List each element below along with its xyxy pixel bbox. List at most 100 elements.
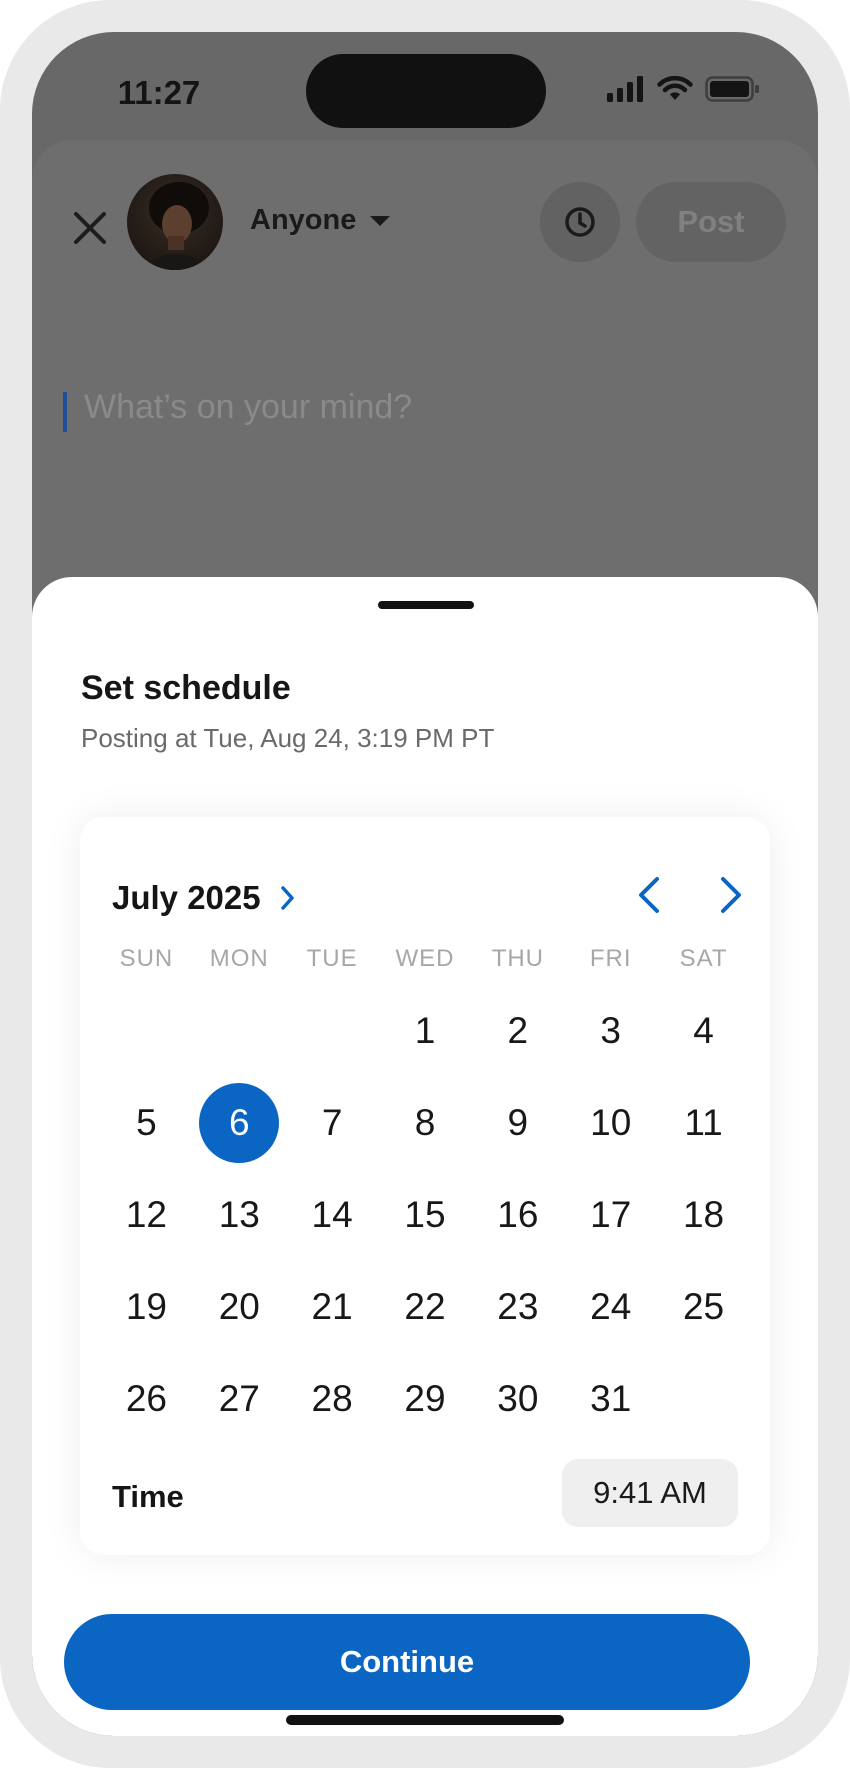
close-button[interactable] bbox=[62, 200, 118, 256]
calendar-day[interactable]: 27 bbox=[193, 1353, 286, 1445]
calendar-day-number: 24 bbox=[590, 1286, 632, 1327]
calendar-day-number: 31 bbox=[590, 1378, 632, 1419]
dynamic-island bbox=[306, 54, 546, 128]
device-frame: 11:27 Anyone Post What’s on your mind? S… bbox=[0, 0, 850, 1768]
weekday-label: SUN bbox=[119, 945, 174, 972]
calendar-day[interactable]: 11 bbox=[657, 1077, 750, 1169]
calendar-day[interactable]: 12 bbox=[100, 1169, 193, 1261]
calendar-empty-cell bbox=[286, 985, 379, 1077]
cellular-signal-icon bbox=[607, 76, 643, 107]
month-label: July 2025 bbox=[112, 879, 261, 916]
calendar-day[interactable]: 23 bbox=[471, 1261, 564, 1353]
calendar-day-number bbox=[106, 991, 186, 1071]
calendar-day[interactable]: 6 bbox=[193, 1077, 286, 1169]
calendar-day-number: 5 bbox=[136, 1102, 157, 1143]
calendar-day[interactable]: 30 bbox=[471, 1353, 564, 1445]
calendar-day[interactable]: 15 bbox=[379, 1169, 472, 1261]
calendar-day-number: 27 bbox=[218, 1378, 260, 1419]
calendar-day-number: 21 bbox=[311, 1286, 353, 1327]
calendar-day[interactable]: 5 bbox=[100, 1077, 193, 1169]
weekday-label: WED bbox=[395, 945, 455, 972]
calendar-day[interactable]: 26 bbox=[100, 1353, 193, 1445]
calendar-day-number: 7 bbox=[321, 1102, 343, 1143]
wifi-icon bbox=[657, 75, 693, 107]
calendar-day[interactable]: 19 bbox=[100, 1261, 193, 1353]
calendar-day[interactable]: 1 bbox=[379, 985, 472, 1077]
calendar-day-number: 17 bbox=[590, 1194, 632, 1235]
weekday-label: TUE bbox=[306, 945, 358, 972]
calendar-day-number: 25 bbox=[682, 1286, 725, 1327]
calendar-day[interactable]: 24 bbox=[564, 1261, 657, 1353]
calendar-day[interactable]: 21 bbox=[286, 1261, 379, 1353]
chevron-right-icon bbox=[721, 877, 741, 913]
schedule-sheet: Set schedule Posting at Tue, Aug 24, 3:1… bbox=[32, 577, 818, 1736]
continue-button[interactable]: Continue bbox=[64, 1614, 750, 1710]
calendar-day-number: 23 bbox=[497, 1286, 539, 1327]
screen: 11:27 Anyone Post What’s on your mind? S… bbox=[32, 32, 818, 1736]
calendar-day[interactable]: 13 bbox=[193, 1169, 286, 1261]
weekday-label: SAT bbox=[679, 945, 728, 972]
avatar[interactable] bbox=[127, 174, 223, 270]
calendar-day[interactable]: 29 bbox=[379, 1353, 472, 1445]
calendar-day[interactable]: 22 bbox=[379, 1261, 472, 1353]
calendar-day-number: 16 bbox=[497, 1194, 539, 1235]
month-selector[interactable]: July 2025 bbox=[112, 879, 297, 917]
chevron-right-icon bbox=[280, 886, 294, 910]
calendar-day[interactable]: 17 bbox=[564, 1169, 657, 1261]
calendar-day-number: 12 bbox=[125, 1194, 167, 1235]
calendar-day[interactable]: 20 bbox=[193, 1261, 286, 1353]
schedule-subtitle: Posting at Tue, Aug 24, 3:19 PM PT bbox=[81, 723, 495, 753]
calendar-day[interactable]: 18 bbox=[657, 1169, 750, 1261]
time-picker[interactable]: 9:41 AM bbox=[562, 1459, 738, 1527]
status-icons bbox=[607, 75, 767, 110]
calendar-day-number: 14 bbox=[311, 1194, 353, 1235]
calendar-day-number: 4 bbox=[693, 1010, 714, 1051]
calendar-day-number: 20 bbox=[218, 1286, 260, 1327]
calendar-day[interactable]: 16 bbox=[471, 1169, 564, 1261]
calendar-day[interactable]: 4 bbox=[657, 985, 750, 1077]
caret-down-icon bbox=[370, 215, 391, 226]
calendar-day-number: 8 bbox=[414, 1102, 436, 1143]
calendar-day-number: 3 bbox=[600, 1010, 621, 1051]
weekday-header: SUN MON TUE WED THU FRI SAT bbox=[100, 945, 750, 973]
schedule-button[interactable] bbox=[540, 182, 620, 262]
calendar-day-number: 10 bbox=[590, 1102, 632, 1143]
calendar-day-number bbox=[199, 991, 279, 1071]
close-icon bbox=[74, 212, 106, 244]
calendar-day-number: 30 bbox=[497, 1378, 539, 1419]
weekday-label: MON bbox=[209, 945, 269, 972]
calendar-day[interactable]: 25 bbox=[657, 1261, 750, 1353]
calendar-day[interactable]: 8 bbox=[379, 1077, 472, 1169]
clock-icon bbox=[565, 207, 595, 237]
time-label: Time bbox=[112, 1479, 184, 1514]
audience-selector[interactable]: Anyone bbox=[250, 204, 391, 237]
calendar-day-number bbox=[664, 1359, 744, 1439]
calendar-empty-cell bbox=[193, 985, 286, 1077]
calendar-day[interactable]: 2 bbox=[471, 985, 564, 1077]
prev-month-button[interactable] bbox=[630, 873, 670, 917]
status-time: 11:27 bbox=[117, 74, 201, 111]
post-button[interactable]: Post bbox=[636, 182, 786, 262]
calendar-day-number: 13 bbox=[218, 1194, 260, 1235]
weekday-label: THU bbox=[491, 945, 545, 972]
calendar-card: July 2025 SUN MON TUE WED THU FRI SAT 1 bbox=[80, 817, 770, 1555]
post-text-input[interactable]: What’s on your mind? bbox=[84, 388, 412, 427]
calendar-grid: 1 2 3 4 5 6 7 8 9 10 11 12 13 14 15 16 17 18 19 20 21 22 23 24 2… bbox=[100, 985, 750, 1445]
audience-label: Anyone bbox=[250, 204, 357, 236]
calendar-day-number: 11 bbox=[684, 1102, 723, 1143]
calendar-day[interactable]: 28 bbox=[286, 1353, 379, 1445]
calendar-day[interactable]: 31 bbox=[564, 1353, 657, 1445]
calendar-day-number: 26 bbox=[125, 1378, 167, 1419]
calendar-day-number: 19 bbox=[125, 1286, 167, 1327]
next-month-button[interactable] bbox=[710, 873, 750, 917]
calendar-day[interactable]: 10 bbox=[564, 1077, 657, 1169]
chevron-left-icon bbox=[639, 877, 659, 913]
calendar-day[interactable]: 9 bbox=[471, 1077, 564, 1169]
calendar-day[interactable]: 7 bbox=[286, 1077, 379, 1169]
calendar-day[interactable]: 3 bbox=[564, 985, 657, 1077]
calendar-empty-cell bbox=[100, 985, 193, 1077]
calendar-day-number: 18 bbox=[682, 1194, 725, 1235]
profile-photo bbox=[137, 182, 215, 270]
calendar-day[interactable]: 14 bbox=[286, 1169, 379, 1261]
sheet-grabber[interactable] bbox=[378, 601, 474, 609]
